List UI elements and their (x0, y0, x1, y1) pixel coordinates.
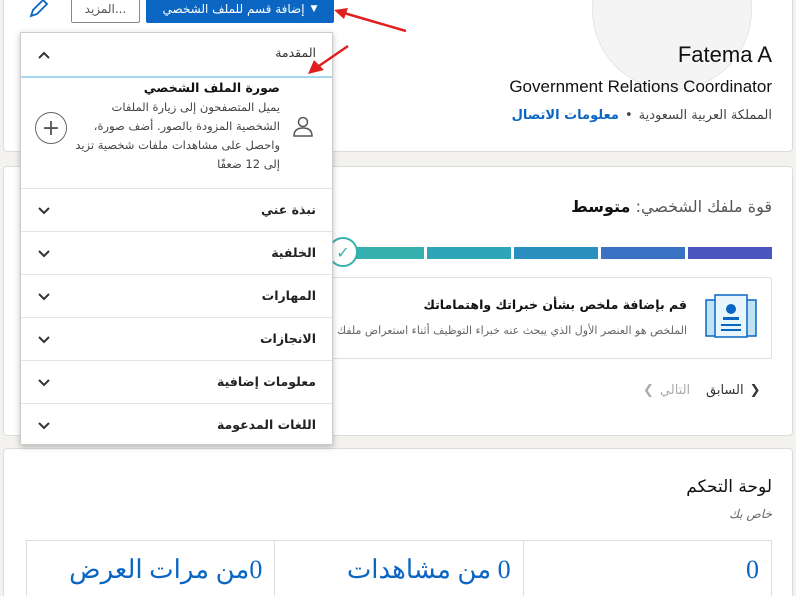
chevron-down-icon (38, 422, 50, 430)
suggestion-title: قم بإضافة ملخص بشأن خبراتك واهتماماتك (423, 297, 687, 312)
chevron-down-icon (38, 379, 50, 387)
previous-button[interactable]: ❮ السابق (706, 383, 761, 398)
progress-segment (688, 247, 772, 259)
progress-segment (514, 247, 598, 259)
dropdown-item-1[interactable]: الخلفية (21, 231, 332, 274)
chevron-right-icon: ❯ (643, 383, 654, 398)
profile-photo-description: يميل المتصفحون إلى زيارة الملفات الشخصية… (75, 100, 280, 171)
profile-strength-title: قوة ملفك الشخصي: متوسط (571, 197, 772, 216)
dropdown-item-3[interactable]: الانجازات (21, 317, 332, 360)
dropdown-item-5[interactable]: اللغات المدعومة (21, 403, 332, 446)
annotation-arrow-icon (334, 8, 407, 33)
dropdown-item-0[interactable]: نبذة عني (21, 188, 332, 231)
add-photo-plus-button[interactable]: + (35, 112, 67, 144)
progress-segment (601, 247, 685, 259)
contact-info-link[interactable]: معلومات الاتصال (512, 108, 619, 123)
dropdown-item-4[interactable]: معلومات إضافية (21, 360, 332, 403)
chevron-left-icon: ❮ (749, 383, 761, 398)
suggestion-description: الملخص هو العنصر الأول الذي يبحث عنه خبر… (326, 324, 687, 337)
dropdown-item-label: اللغات المدعومة (216, 417, 316, 432)
stat-count-value: 0 (745, 555, 759, 584)
dropdown-item-label: الخلفية (271, 245, 316, 260)
profile-photo-option[interactable]: صورة الملف الشخصي يميل المتصفحون إلى زيا… (21, 77, 332, 186)
dropdown-item-intro[interactable]: المقدمة (21, 33, 332, 78)
annotation-arrow-icon (308, 44, 349, 74)
add-profile-section-button[interactable]: إضافة قسم للملف الشخصي ▼ (146, 0, 334, 23)
chevron-down-icon (38, 250, 50, 258)
separator-dot: • (624, 108, 633, 123)
profile-location: المملكة العربية السعودية (638, 108, 772, 123)
stat-impressions[interactable]: 0من مرات العرض (27, 541, 274, 596)
progress-segment (427, 247, 511, 259)
dropdown-item-label: المهارات (261, 288, 316, 303)
profile-name: Fatema A (677, 42, 772, 67)
resume-illustration-icon (705, 294, 757, 338)
edit-pencil-icon[interactable] (28, 0, 50, 18)
profile-headline: Government Relations Coordinator (509, 77, 772, 96)
profile-photo-title: صورة الملف الشخصي (143, 80, 280, 95)
add-section-label: إضافة قسم للملف الشخصي (162, 1, 305, 16)
chevron-up-icon (38, 51, 50, 59)
dropdown-item-2[interactable]: المهارات (21, 274, 332, 317)
chevron-down-icon (38, 293, 50, 301)
strength-label: قوة ملفك الشخصي: (635, 197, 772, 216)
stat-impressions-value: 0من مرات العرض (69, 555, 263, 584)
location-row: المملكة العربية السعودية • معلومات الاتص… (512, 108, 772, 123)
dropdown-item-label: معلومات إضافية (216, 374, 316, 389)
person-icon (293, 116, 313, 137)
dropdown-item-label: نبذة عني (260, 202, 316, 217)
stat-views[interactable]: 0 من مشاهدات (274, 541, 522, 596)
dashboard-title: لوحة التحكم (686, 477, 772, 497)
next-button[interactable]: التالي ❯ (643, 383, 690, 398)
add-section-dropdown: المقدمة صورة الملف الشخصي يميل المتصفحون… (20, 32, 333, 445)
more-button[interactable]: المزيد... (71, 0, 140, 23)
suggestion-box[interactable]: قم بإضافة ملخص بشأن خبراتك واهتماماتك ال… (326, 277, 772, 359)
previous-label: السابق (706, 383, 744, 398)
chevron-down-icon (38, 207, 50, 215)
strength-level: متوسط (571, 197, 631, 216)
next-label: التالي (659, 383, 691, 398)
stat-views-value: 0 من مشاهدات (346, 555, 511, 584)
stat-count[interactable]: 0 (522, 541, 771, 596)
dashboard-private-label: خاص بك (729, 507, 772, 521)
chevron-down-icon (38, 336, 50, 344)
strength-progress-bar (340, 247, 772, 259)
dropdown-item-label: الانجازات (259, 331, 316, 346)
dashboard-stats: 0من مرات العرض 0 من مشاهدات 0 (26, 540, 772, 596)
caret-down-icon: ▼ (310, 3, 318, 14)
